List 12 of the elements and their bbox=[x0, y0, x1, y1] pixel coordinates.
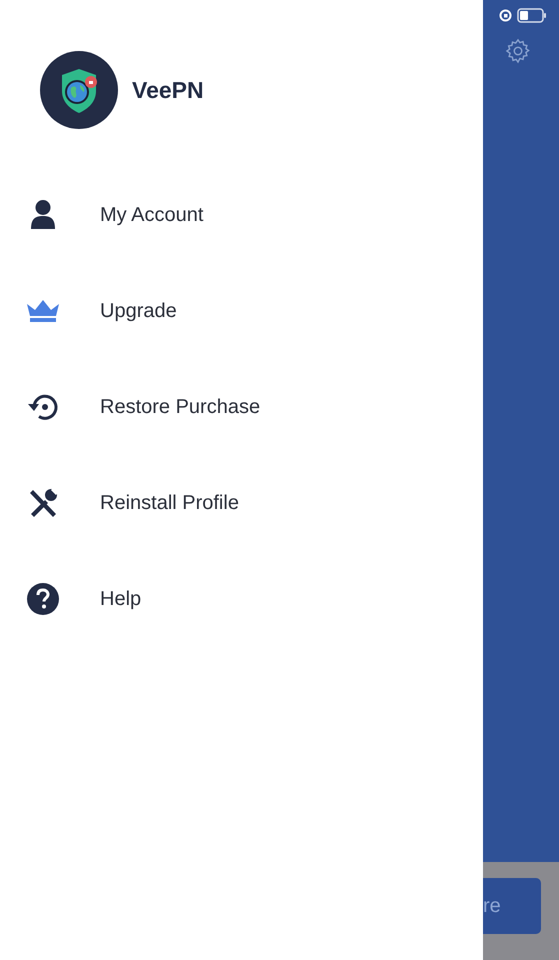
crown-icon bbox=[26, 299, 60, 323]
person-icon bbox=[30, 199, 56, 231]
menu-item[interactable]: Help bbox=[0, 551, 483, 647]
menu-item[interactable]: Upgrade bbox=[0, 263, 483, 359]
help-icon bbox=[26, 583, 58, 615]
rotation-lock-icon bbox=[499, 9, 512, 22]
menu-item[interactable]: Reinstall Profile bbox=[0, 455, 483, 551]
battery-icon bbox=[517, 8, 547, 23]
app-name: VeePN bbox=[132, 76, 204, 105]
menu-item[interactable]: Restore Purchase bbox=[0, 359, 483, 455]
menu-item[interactable]: My Account bbox=[0, 167, 483, 263]
settings-icon[interactable] bbox=[504, 37, 532, 65]
